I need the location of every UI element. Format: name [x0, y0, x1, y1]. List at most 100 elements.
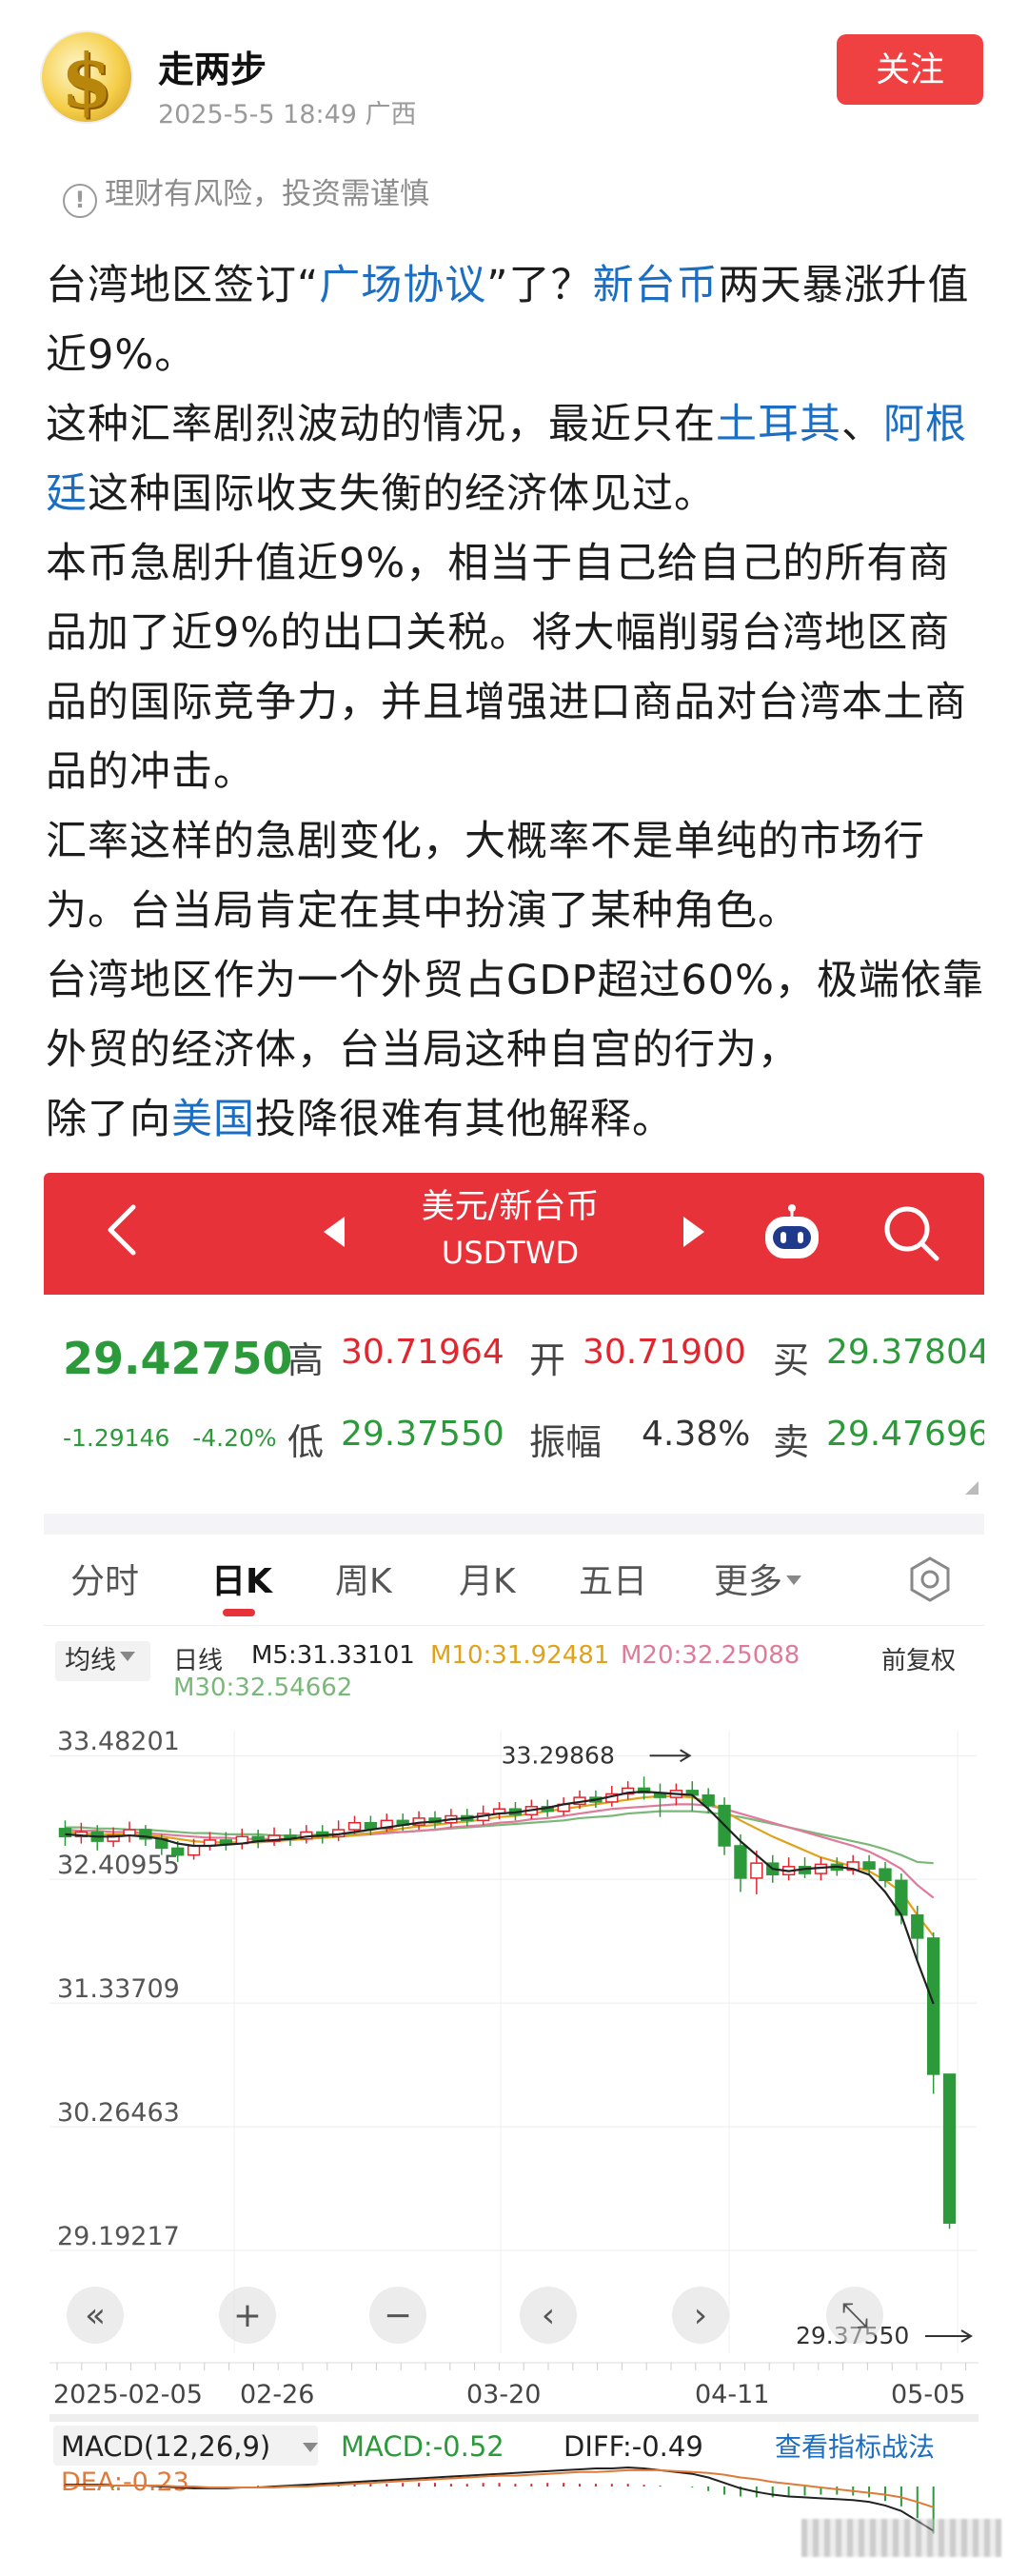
diff-value: DIFF:-0.49 [563, 2430, 703, 2463]
adjust-mode[interactable]: 前复权 [881, 1641, 956, 1676]
paragraph-1: 台湾地区签订“广场协议”了？新台币两天暴涨升值近9%。 [46, 251, 988, 390]
candle-body [219, 1839, 233, 1845]
dollar-sign-icon: $ [60, 38, 113, 124]
change-value: -1.29146 [63, 1424, 170, 1452]
low-value: 29.37550 [341, 1415, 504, 1454]
x-tick-label: 2025-02-05 [53, 2380, 203, 2409]
change-percent: -4.20% [192, 1424, 277, 1452]
indicator-strategy-link[interactable]: 查看指标战法 [775, 2431, 935, 2463]
paragraph-2: 这种汇率剧烈波动的情况，最近只在土耳其、阿根廷这种国际收支失衡的经济体见过。 [46, 390, 988, 529]
open-label: 开 [529, 1339, 566, 1381]
back-icon[interactable] [95, 1201, 152, 1258]
text: 、 [841, 401, 883, 448]
low-label: 低 [287, 1421, 325, 1463]
zoom-in-icon-glyph: + [233, 2296, 262, 2335]
ma10-value: M10:31.92481 [430, 1641, 610, 1670]
ma30-value: M30:32.54662 [173, 1674, 353, 1702]
candle-body [879, 1868, 892, 1882]
paragraph-4: 汇率这样的急剧变化，大概率不是单纯的市场行为。台当局肯定在其中扮演了某种角色。 [46, 818, 925, 935]
buy-value: 29.37804 [826, 1333, 984, 1372]
tab-monthly-k[interactable]: 月K [459, 1554, 516, 1603]
text: ”了？ [486, 262, 593, 309]
high-value: 30.71964 [341, 1333, 504, 1372]
tab-more-label: 更多 [714, 1562, 783, 1601]
avatar[interactable]: $ [40, 30, 133, 124]
next-pair-icon[interactable] [683, 1217, 704, 1247]
tab-intraday[interactable]: 分时 [70, 1554, 139, 1603]
paragraph-5: 台湾地区作为一个外贸占GDP超过60%，极端依靠外贸的经济体，台当局这种自宫的行… [46, 957, 984, 1074]
current-price: 29.42750 [63, 1333, 293, 1384]
zoom-out-icon-glyph: − [384, 2296, 412, 2335]
text: 台湾地区签订“ [46, 262, 320, 309]
chevron-down-icon [786, 1575, 802, 1585]
paragraph-6: 除了向美国投降很难有其他解释。 [46, 1085, 988, 1155]
candle-body [364, 1822, 378, 1830]
candle-body [926, 1937, 940, 2075]
quote-stats: 29.42750 -1.29146 -4.20% 高 30.71964 开 30… [44, 1295, 984, 1514]
day-line-label: 日线 [173, 1647, 224, 1675]
sell-label: 卖 [773, 1421, 810, 1463]
ma5-value: M5:31.33101 [251, 1641, 415, 1670]
high-label: 高 [287, 1339, 325, 1381]
follow-button[interactable]: 关注 [837, 34, 983, 105]
info-icon: ! [63, 184, 97, 218]
candle-body [750, 1862, 763, 1879]
zoom-out-far-icon-glyph: « [85, 2296, 106, 2335]
kline-svg: 33.48201 32.40955 31.33709 30.26463 29.19217… [49, 1727, 979, 2534]
pair-title: 美元/新台币 USDTWD [358, 1184, 662, 1276]
tab-five-day[interactable]: 五日 [579, 1554, 647, 1603]
tab-weekly-k[interactable]: 周K [335, 1554, 392, 1603]
link-usa[interactable]: 美国 [171, 1096, 255, 1143]
ma-legend: 均线 日线 M5:31.33101 M10:31.92481 M20:32.25… [44, 1630, 984, 1706]
text: 这种汇率剧烈波动的情况，最近只在 [46, 401, 716, 448]
candle-body [702, 1793, 715, 1807]
settings-icon[interactable] [906, 1556, 954, 1603]
robot-assistant-icon[interactable] [760, 1203, 824, 1264]
candle-body [942, 2073, 957, 2224]
article-body: 台湾地区签订“广场协议”了？新台币两天暴涨升值近9%。 这种汇率剧烈波动的情况，… [46, 251, 988, 1155]
max-price-label: 33.29868 [502, 1741, 615, 1769]
macd-label: MACD(12,26,9) [61, 2430, 270, 2463]
candle-body [911, 1913, 924, 1939]
paragraph-3: 本币急剧升值近9%，相当于自己给自己的所有商品加了近9%的出口关税。将大幅削弱台… [46, 540, 967, 796]
scroll-right-icon-glyph: › [694, 2296, 707, 2335]
ma20-value: M20:32.25088 [621, 1641, 801, 1670]
link-new-taiwan-dollar[interactable]: 新台币 [593, 262, 719, 309]
search-icon[interactable] [880, 1201, 942, 1264]
post-meta: 2025-5-5 18:49 广西 [158, 100, 417, 129]
risk-notice: ! 理财有风险，投资需谨慎 [63, 169, 429, 218]
y-tick-label: 30.26463 [57, 2098, 180, 2128]
text: 这种国际收支失衡的经济体见过。 [88, 470, 716, 518]
x-tick-label: 04-11 [695, 2380, 769, 2409]
watermark [801, 2519, 1001, 2557]
prev-pair-icon[interactable] [324, 1217, 345, 1247]
text: 除了向 [46, 1096, 171, 1143]
x-tick-label: 05-05 [891, 2380, 965, 2409]
author-name[interactable]: 走两步 [158, 40, 267, 92]
macd-value: MACD:-0.52 [341, 2430, 504, 2463]
expand-corner-icon[interactable] [965, 1481, 979, 1495]
chevron-down-icon [120, 1652, 135, 1661]
period-tabs: 分时 日K 周K 月K 五日 更多 [44, 1535, 984, 1626]
quote-screenshot[interactable]: 美元/新台币 USDTWD 29.42750 -1.29146 -4.20% 高… [44, 1173, 984, 2576]
y-tick-label: 33.48201 [57, 1727, 180, 1756]
x-tick-label: 02-26 [240, 2380, 314, 2409]
divider [44, 1514, 984, 1535]
link-turkey[interactable]: 土耳其 [716, 401, 841, 448]
candle-body [171, 1847, 185, 1856]
x-tick-label: 03-20 [466, 2380, 541, 2409]
risk-notice-text: 理财有风险，投资需谨慎 [105, 177, 429, 211]
pair-name: 美元/新台币 [421, 1188, 600, 1226]
scroll-left-icon-glyph: ‹ [542, 2296, 555, 2335]
buy-label: 买 [773, 1339, 810, 1381]
tab-more[interactable]: 更多 [714, 1554, 802, 1603]
quote-top-bar: 美元/新台币 USDTWD [44, 1173, 984, 1295]
dea-value: DEA:-0.23 [61, 2467, 189, 2497]
post-header: $ 走两步 2025-5-5 18:49 广西 关注 [0, 0, 1028, 143]
y-tick-label: 29.19217 [57, 2222, 180, 2251]
kline-chart[interactable]: 33.48201 32.40955 31.33709 30.26463 29.19217… [44, 1706, 984, 2544]
link-plaza-accord[interactable]: 广场协议 [319, 262, 486, 309]
tab-daily-k[interactable]: 日K [211, 1554, 272, 1603]
amplitude-value: 4.38% [642, 1415, 751, 1454]
ma-dropdown[interactable]: 均线 [55, 1641, 150, 1681]
